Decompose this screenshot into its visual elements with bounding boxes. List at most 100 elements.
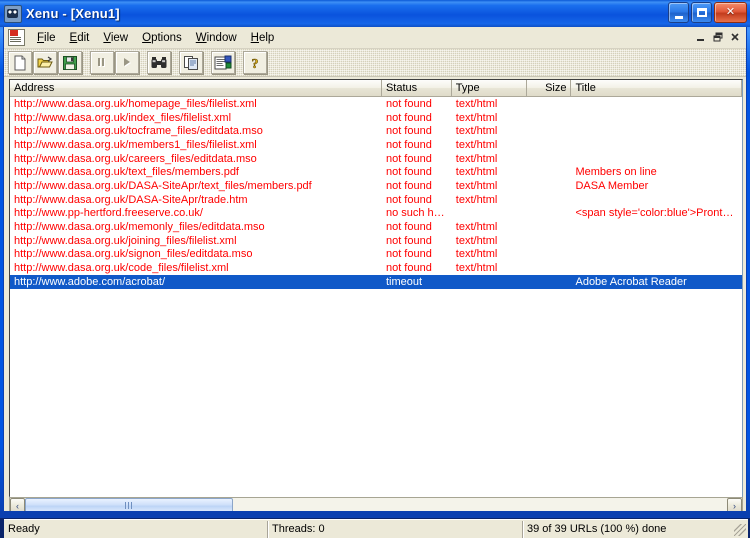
column-header-size[interactable]: Size bbox=[526, 80, 572, 97]
cell-address: http://www.dasa.org.uk/DASA-SiteApr/trad… bbox=[14, 193, 248, 206]
table-row[interactable]: http://www.pp-hertford.freeserve.co.uk/n… bbox=[10, 207, 742, 221]
client-area: File Edit View Options Window Help ? Add… bbox=[3, 27, 748, 538]
cell-type: text/html bbox=[455, 111, 498, 124]
table-row[interactable]: http://www.dasa.org.uk/text_files/member… bbox=[10, 165, 742, 179]
question-mark-icon: ? bbox=[251, 56, 259, 71]
cell-address: http://www.dasa.org.uk/text_files/member… bbox=[14, 166, 239, 179]
title-bar: Xenu - [Xenu1] ✕ bbox=[0, 0, 750, 27]
pause-icon bbox=[98, 57, 105, 67]
table-row[interactable]: http://www.dasa.org.uk/code_files/fileli… bbox=[10, 261, 742, 275]
document-icon[interactable] bbox=[8, 29, 25, 46]
toolbar-separator-4 bbox=[204, 51, 211, 74]
list-header: Address Status Type Size Title bbox=[10, 80, 742, 97]
toolbar-separator-2 bbox=[140, 51, 147, 74]
table-row[interactable]: http://www.dasa.org.uk/members1_files/fi… bbox=[10, 138, 742, 152]
cell-status: not found bbox=[385, 138, 432, 151]
cell-status: not found bbox=[385, 125, 432, 138]
cell-type: text/html bbox=[455, 138, 498, 151]
menu-options[interactable]: Options bbox=[135, 30, 189, 46]
find-button[interactable] bbox=[147, 51, 171, 74]
cell-status: not found bbox=[385, 166, 432, 179]
toolbar: ? bbox=[4, 49, 746, 77]
cell-status: not found bbox=[385, 248, 432, 261]
cell-address: http://www.adobe.com/acrobat/ bbox=[14, 275, 166, 288]
cell-type: text/html bbox=[455, 234, 498, 247]
cell-status: not found bbox=[385, 234, 432, 247]
status-progress: 39 of 39 URLs (100 %) done bbox=[522, 520, 736, 538]
scrollbar-grip-icon bbox=[124, 502, 134, 509]
cell-type: text/html bbox=[455, 262, 498, 275]
floppy-disk-icon bbox=[63, 55, 77, 70]
table-row[interactable]: http://www.dasa.org.uk/tocframe_files/ed… bbox=[10, 124, 742, 138]
mdi-minimize-button[interactable] bbox=[693, 29, 709, 44]
list-body[interactable]: http://www.dasa.org.uk/homepage_files/fi… bbox=[10, 97, 742, 497]
cell-status: not found bbox=[385, 193, 432, 206]
table-row[interactable]: http://www.dasa.org.uk/index_files/filel… bbox=[10, 111, 742, 125]
table-row[interactable]: http://www.dasa.org.uk/DASA-SiteApr/text… bbox=[10, 179, 742, 193]
pause-button[interactable] bbox=[90, 51, 114, 74]
cell-address: http://www.dasa.org.uk/code_files/fileli… bbox=[14, 262, 229, 275]
mdi-restore-button[interactable] bbox=[710, 29, 726, 44]
cell-status: not found bbox=[385, 152, 432, 165]
resume-button[interactable] bbox=[115, 51, 139, 74]
cell-status: not found bbox=[385, 262, 432, 275]
menu-help[interactable]: Help bbox=[244, 30, 282, 46]
new-document-icon bbox=[14, 55, 26, 70]
column-header-type[interactable]: Type bbox=[451, 80, 527, 97]
svg-text:?: ? bbox=[252, 57, 259, 71]
mdi-close-button[interactable] bbox=[727, 29, 743, 44]
copy-button[interactable] bbox=[179, 51, 203, 74]
menu-view[interactable]: View bbox=[96, 30, 135, 46]
table-row[interactable]: http://www.dasa.org.uk/careers_files/edi… bbox=[10, 152, 742, 166]
maximize-button[interactable] bbox=[691, 2, 712, 23]
menu-edit[interactable]: Edit bbox=[63, 30, 97, 46]
cell-title: DASA Member bbox=[575, 179, 649, 192]
status-message: Ready bbox=[8, 523, 40, 535]
cell-address: http://www.dasa.org.uk/signon_files/edit… bbox=[14, 248, 253, 261]
url-list-view[interactable]: Address Status Type Size Title http://ww… bbox=[9, 79, 743, 497]
window-bottom-border bbox=[0, 511, 750, 518]
column-header-address[interactable]: Address bbox=[10, 80, 382, 97]
minimize-button[interactable] bbox=[668, 2, 689, 23]
cell-address: http://www.pp-hertford.freeserve.co.uk/ bbox=[14, 207, 203, 220]
binoculars-icon bbox=[151, 56, 167, 68]
help-button[interactable]: ? bbox=[243, 51, 267, 74]
table-row[interactable]: http://www.dasa.org.uk/homepage_files/fi… bbox=[10, 97, 742, 111]
column-header-status[interactable]: Status bbox=[381, 80, 452, 97]
copy-icon bbox=[184, 55, 198, 70]
cell-status: no such host bbox=[385, 207, 449, 220]
cell-address: http://www.dasa.org.uk/careers_files/edi… bbox=[14, 152, 257, 165]
cell-status: timeout bbox=[385, 275, 423, 288]
cell-status: not found bbox=[385, 179, 432, 192]
cell-status: not found bbox=[385, 97, 432, 110]
new-file-button[interactable] bbox=[8, 51, 32, 74]
table-row[interactable]: http://www.adobe.com/acrobat/timeout Adob… bbox=[10, 274, 742, 289]
properties-icon bbox=[214, 55, 232, 69]
menu-window[interactable]: Window bbox=[189, 30, 244, 46]
table-row[interactable]: http://www.dasa.org.uk/DASA-SiteApr/trad… bbox=[10, 193, 742, 207]
cell-type: text/html bbox=[455, 97, 498, 110]
cell-title: <span style='color:blue'>Prontap… bbox=[575, 207, 742, 220]
cell-title: Adobe Acrobat Reader bbox=[575, 275, 687, 288]
toolbar-separator-5 bbox=[236, 51, 243, 74]
cell-address: http://www.dasa.org.uk/tocframe_files/ed… bbox=[14, 125, 263, 138]
open-file-button[interactable] bbox=[33, 51, 57, 74]
table-row[interactable]: http://www.dasa.org.uk/memonly_files/edi… bbox=[10, 220, 742, 234]
play-icon bbox=[124, 57, 131, 67]
cell-address: http://www.dasa.org.uk/DASA-SiteApr/text… bbox=[14, 179, 312, 192]
table-row[interactable]: http://www.dasa.org.uk/signon_files/edit… bbox=[10, 248, 742, 262]
menu-file[interactable]: File bbox=[30, 30, 63, 46]
save-file-button[interactable] bbox=[58, 51, 82, 74]
resize-grip-icon[interactable] bbox=[734, 524, 746, 536]
properties-button[interactable] bbox=[211, 51, 235, 74]
cell-type: text/html bbox=[455, 166, 498, 179]
mdi-window-controls bbox=[693, 29, 743, 44]
table-row[interactable]: http://www.dasa.org.uk/joining_files/fil… bbox=[10, 234, 742, 248]
cell-status: not found bbox=[385, 221, 432, 234]
column-header-title[interactable]: Title bbox=[571, 80, 742, 97]
cell-type: text/html bbox=[455, 221, 498, 234]
close-button[interactable]: ✕ bbox=[714, 2, 747, 23]
cell-status: not found bbox=[385, 111, 432, 124]
xenu-cat-icon bbox=[4, 4, 22, 23]
cell-title: Members on line bbox=[575, 166, 657, 179]
